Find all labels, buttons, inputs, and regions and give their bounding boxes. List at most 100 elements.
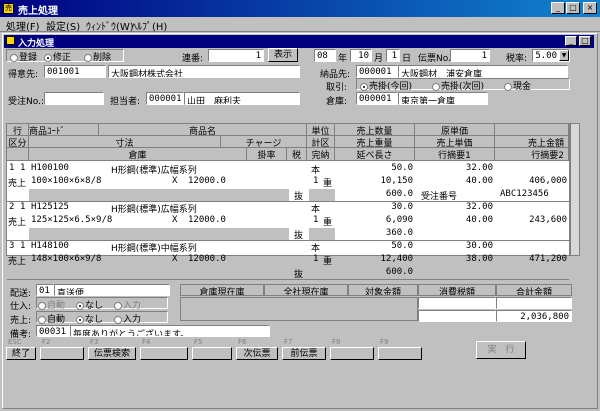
row-code[interactable]: H100100 [31, 163, 69, 173]
row-weight: 10,150 [380, 176, 413, 186]
radio-icon [114, 301, 122, 310]
shiire-auto[interactable]: 自動 [38, 298, 65, 311]
child-title-bar: 入力処理 [4, 35, 594, 49]
header-complete: 完納 [307, 148, 335, 161]
menu-process[interactable]: 処理(F) [6, 18, 40, 33]
mode-modify[interactable]: 修正 [44, 50, 71, 63]
staff-code-input[interactable]: 000001 [146, 92, 184, 105]
warehouse-code-input[interactable]: 000001 [356, 92, 398, 105]
show-button[interactable]: 表示 [268, 48, 298, 62]
row-nuki: 抜 [294, 231, 304, 241]
fkey-button-f2[interactable] [40, 347, 84, 360]
mode-register[interactable]: 登録 [10, 50, 37, 63]
order-no-label: 受注No.: [8, 97, 44, 107]
uriage-none[interactable]: なし [76, 312, 103, 325]
fkey-button-f9[interactable] [378, 347, 422, 360]
month-input[interactable]: 10 [350, 49, 372, 62]
header-price: 売上単価 [415, 136, 495, 148]
row-weight: 6,090 [385, 215, 413, 225]
radio-checked-icon [360, 82, 368, 91]
radio-icon [10, 53, 18, 62]
biko-text[interactable]: 毎度ありがとうございます。 [70, 325, 270, 337]
row-nuki: 抜 [294, 270, 304, 280]
header-blank [495, 124, 569, 136]
row-cost: 30.00 [465, 241, 493, 251]
row-cost: 32.00 [465, 202, 493, 212]
close-button[interactable]: × [583, 2, 597, 14]
order-no-input[interactable] [44, 92, 104, 105]
delivery-code-input[interactable]: 000001 [356, 65, 398, 78]
row-type: 売上 [8, 218, 27, 228]
row-x: X [172, 176, 178, 186]
row-code[interactable]: H125125 [31, 202, 69, 212]
summary-tax-amount: 消費税額 [418, 284, 496, 296]
tax-rate-label: 税率: [506, 54, 528, 64]
summary-target-amount: 対象金額 [348, 284, 418, 296]
row-warehouse-bar [29, 267, 289, 279]
row-nuki: 抜 [294, 192, 304, 202]
torihiki-next[interactable]: 売掛(次回) [432, 79, 484, 92]
torihiki-current[interactable]: 売掛(今回) [360, 79, 412, 92]
fkey-button-esc[interactable]: 終了 [6, 347, 36, 360]
row-price: 38.00 [465, 254, 493, 264]
serial-label: 連番: [182, 54, 204, 64]
radio-checked-icon [76, 301, 84, 310]
voucher-input[interactable]: 1 [450, 49, 490, 62]
uriage-input[interactable]: 入力 [114, 312, 141, 325]
radio-icon [504, 82, 512, 91]
day-input[interactable]: 1 [386, 49, 400, 62]
row-unit: 本 [311, 244, 321, 254]
torihiki-cash[interactable]: 現金 [504, 79, 531, 92]
radio-icon [38, 301, 46, 310]
row-type: 売上 [8, 257, 27, 267]
row-complete-cell [309, 189, 335, 201]
row-memo2: ABC123456 [500, 189, 549, 199]
row-code[interactable]: H148100 [31, 241, 69, 251]
shiire-none[interactable]: なし [76, 298, 103, 311]
summary-tax-value-2 [418, 310, 496, 322]
summary-company-stock: 全社現在庫 [264, 284, 348, 296]
fkey-button-f8[interactable] [330, 347, 374, 360]
row-line: 3 [9, 241, 15, 251]
fkey-button-f6[interactable]: 次伝票 [236, 347, 278, 360]
menu-window[interactable]: ｳｨﾝﾄﾞｳ(W) [86, 18, 134, 33]
mode-delete[interactable]: 削除 [84, 50, 111, 63]
customer-code-input[interactable]: 001001 [44, 65, 106, 78]
fkey-button-f5[interactable] [192, 347, 232, 360]
customer-label: 得意先: [8, 70, 39, 80]
era-year-input[interactable]: 08 [314, 49, 336, 62]
shiire-input[interactable]: 入力 [114, 298, 141, 311]
biko-code-input[interactable]: 00031 [36, 325, 70, 337]
summary-total-blank [496, 297, 572, 309]
child-minimize-button[interactable]: _ [565, 36, 577, 46]
row-qty: 50.0 [391, 241, 413, 251]
haiso-code-input[interactable]: 01 [36, 284, 54, 296]
fkey-label: ESC [8, 338, 22, 346]
row-kubun: 1 [20, 163, 26, 173]
minimize-button[interactable]: _ [551, 2, 565, 14]
warehouse-label: 倉庫: [326, 97, 348, 107]
fkey-button-f3[interactable]: 伝票検索 [88, 347, 136, 360]
execute-button[interactable]: 実 行 [476, 341, 526, 359]
chevron-down-icon[interactable]: ▼ [559, 50, 569, 61]
menu-help[interactable]: ﾍﾙﾌﾟ(H) [132, 18, 167, 33]
staff-label: 担当者: [110, 97, 141, 107]
customer-name: 大阪鋼材株式会社 [108, 65, 300, 78]
row-nobe: 360.0 [385, 228, 413, 238]
maximize-button[interactable]: □ [566, 2, 580, 14]
delivery-name: 大阪鋼材 浦安倉庫 [398, 65, 568, 78]
child-maximize-button[interactable]: □ [579, 36, 591, 46]
summary-values-left [180, 297, 418, 321]
row-x: X [172, 215, 178, 225]
uriage-auto[interactable]: 自動 [38, 312, 65, 325]
radio-checked-icon [44, 53, 52, 62]
fkey-button-f4[interactable] [140, 347, 188, 360]
window-title-bar: 売上処理 [0, 0, 600, 17]
serial-input[interactable]: 1 [208, 49, 264, 62]
grid-scrollbar[interactable] [570, 123, 580, 256]
row-kubun: 1 [20, 241, 26, 251]
fkey-label: F8 [332, 338, 341, 346]
menu-settings[interactable]: 設定(S) [46, 18, 80, 33]
uriage-label: 売上: [10, 316, 32, 326]
fkey-button-f7[interactable]: 前伝票 [282, 347, 326, 360]
